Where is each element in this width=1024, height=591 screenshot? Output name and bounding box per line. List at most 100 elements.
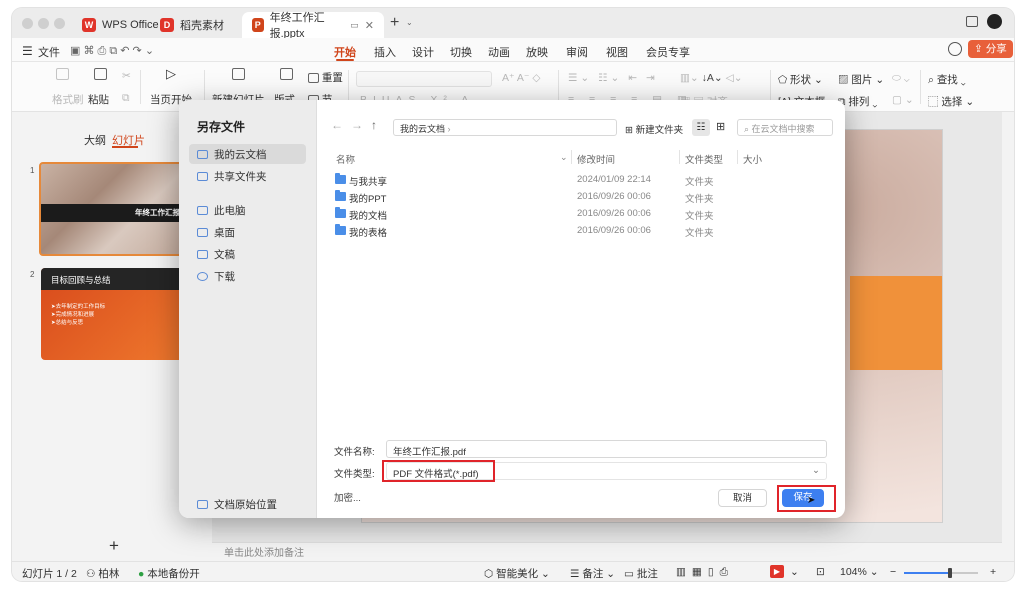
format-painter-button[interactable]: 格式刷 (52, 92, 84, 107)
ai-assistant-icon[interactable] (948, 42, 962, 56)
sidebar-item-shared-folder[interactable]: 共享文件夹 (189, 166, 306, 186)
zoom-slider-handle[interactable] (947, 568, 952, 578)
paste-icon[interactable] (94, 68, 107, 81)
path-breadcrumb[interactable]: 我的云文档 › (393, 119, 617, 136)
comments-toggle[interactable]: ▭ 批注 (624, 566, 658, 581)
format-painter-icon[interactable] (56, 68, 69, 81)
text-direction-controls[interactable]: ▥⌄ ↓A⌄ ◁⌄ (680, 72, 743, 84)
file-row[interactable]: 与我共享 2024/01/09 22:14 文件夹 (333, 172, 833, 188)
save-as-dialog: 另存文件 我的云文档 共享文件夹 此电脑 桌面 文稿 下载 文档原始位置 ← →… (179, 100, 845, 518)
picture-button[interactable]: ▨ 图片 ⌄ (838, 72, 884, 87)
select-button[interactable]: ⬚ 选择 ⌄ (928, 94, 974, 109)
minimize-window-button[interactable] (38, 18, 49, 29)
search-field[interactable]: ⌕ 在云文档中搜索 (737, 119, 833, 136)
beautify-button[interactable]: ⬡ 智能美化 ⌄ (484, 566, 550, 581)
select-label: 选择 (941, 96, 963, 108)
menu-home[interactable]: 开始 (334, 44, 356, 61)
sidebar-item-this-computer[interactable]: 此电脑 (189, 200, 306, 220)
menu-view[interactable]: 视图 (606, 44, 628, 60)
add-slide-button[interactable]: + (109, 536, 119, 556)
thumb-bullets: ➤去年制定的工作目标 ➤完成情况和进展 ➤总结与反思 (51, 304, 106, 326)
tab-presentation[interactable]: P 年终工作汇报.pptx ▭ ✕ (242, 12, 384, 40)
quick-access-icons[interactable]: ▣ ⌘ ⎙ ⧉ ↶ ↷ ⌄ (70, 44, 154, 58)
backup-indicator[interactable]: ● 本地备份开 (138, 566, 200, 581)
layout-toggle-icon[interactable] (966, 16, 978, 27)
tab-active-indicator (112, 146, 138, 148)
share-button[interactable]: ⇪ 分享 (968, 40, 1013, 58)
notes-toggle[interactable]: ☰ 备注 ⌄ (570, 566, 615, 581)
fill-color-button[interactable]: ⬭ ⌄ (892, 72, 910, 85)
zoom-label: 104% (840, 566, 867, 578)
menu-transition[interactable]: 切换 (450, 44, 472, 60)
close-tab-icon[interactable]: ✕ (365, 19, 374, 32)
tab-list-chevron-icon[interactable]: ⌄ (406, 18, 413, 27)
column-size[interactable]: 大小 (743, 152, 762, 166)
play-icon[interactable]: ▷ (166, 66, 176, 82)
tab-options-icon[interactable]: ▭ (350, 20, 359, 31)
file-row[interactable]: 我的PPT 2016/09/26 00:06 文件夹 (333, 189, 833, 205)
menu-slideshow[interactable]: 放映 (526, 44, 548, 60)
zoom-in-button[interactable]: + (990, 566, 996, 578)
zoom-window-button[interactable] (54, 18, 65, 29)
menu-insert[interactable]: 插入 (374, 44, 396, 60)
theme-indicator[interactable]: ⚇ 柏林 (86, 566, 119, 581)
list-view-icon[interactable]: ☷ (692, 119, 710, 136)
new-slide-icon[interactable] (232, 68, 245, 81)
layout-icon[interactable] (280, 68, 293, 81)
column-name[interactable]: 名称 (336, 152, 355, 166)
column-modified[interactable]: 修改时间 (577, 152, 615, 166)
font-family-select[interactable] (356, 71, 492, 87)
sidebar-item-documents[interactable]: 文稿 (189, 244, 306, 264)
shape-button[interactable]: ⬠ 形状 ⌄ (778, 72, 823, 87)
menu-design[interactable]: 设计 (412, 44, 434, 60)
cancel-button[interactable]: 取消 (718, 489, 767, 507)
font-size-controls[interactable]: A⁺ A⁻ ◇ (502, 72, 540, 84)
menu-review[interactable]: 审阅 (566, 44, 588, 60)
sidebar-item-label: 下载 (214, 270, 235, 283)
cut-icon[interactable]: ✂ (122, 70, 131, 82)
play-slideshow-icon[interactable]: ▶ (770, 565, 784, 578)
zoom-slider-fill (904, 572, 950, 574)
new-tab-icon[interactable]: + (390, 14, 399, 32)
menu-file[interactable]: 文件 (38, 44, 60, 60)
view-mode-icons[interactable]: ▥▦▯⎙ (676, 566, 734, 579)
file-row[interactable]: 我的文档 2016/09/26 00:06 文件夹 (333, 206, 833, 222)
tab-outline[interactable]: 大纲 (84, 132, 106, 148)
paste-button[interactable]: 粘贴 (88, 92, 109, 107)
column-type[interactable]: 文件类型 (685, 152, 723, 166)
menu-member[interactable]: 会员专享 (646, 44, 690, 60)
list-controls[interactable]: ☰⌄ ☷⌄ ⇤ ⇥ (568, 72, 658, 84)
back-icon[interactable]: ← (331, 118, 343, 132)
slide-thumbnail-2[interactable]: 目标回顾与总结 ➤去年制定的工作目标 ➤完成情况和进展 ➤总结与反思 (41, 268, 199, 360)
find-button[interactable]: ⌕ 查找 ⌄ (928, 72, 966, 87)
sort-chevron-icon[interactable]: ⌄ (560, 152, 568, 163)
file-row[interactable]: 我的表格 2016/09/26 00:06 文件夹 (333, 223, 833, 239)
filename-input[interactable]: 年终工作汇报.pdf (386, 440, 827, 458)
zoom-out-button[interactable]: − (890, 566, 896, 578)
copy-icon[interactable]: ⧉ (122, 92, 130, 105)
zoom-level[interactable]: 104% ⌄ (840, 566, 879, 578)
fit-window-icon[interactable]: ⊡ (816, 566, 825, 578)
forward-icon[interactable]: → (351, 118, 363, 132)
sidebar-item-cloud-docs[interactable]: 我的云文档 (189, 144, 306, 164)
slideshow-chevron-icon[interactable]: ⌄ (790, 566, 799, 578)
hamburger-icon[interactable]: ☰ (22, 44, 33, 58)
highlight-filetype-box (382, 460, 495, 482)
grid-view-icon[interactable]: ⊞ (716, 120, 725, 133)
new-folder-button[interactable]: ⊞ 新建文件夹 (625, 122, 683, 136)
zoom-slider[interactable] (904, 568, 978, 578)
outline-color-button[interactable]: ▢ ⌄ (892, 94, 914, 106)
up-icon[interactable]: ↑ (371, 118, 377, 132)
notes-label: 备注 (582, 568, 604, 580)
sidebar-item-downloads[interactable]: 下载 (189, 266, 306, 286)
reset-button[interactable]: 重置 (308, 70, 343, 85)
encrypt-link[interactable]: 加密... (334, 490, 361, 504)
close-window-button[interactable] (22, 18, 33, 29)
slide-thumbnail-1[interactable]: 年终工作汇报 (39, 162, 201, 256)
tab-docer[interactable]: D 稻壳素材 (150, 12, 234, 38)
original-location-button[interactable]: 文档原始位置 (189, 494, 306, 514)
sidebar-item-desktop[interactable]: 桌面 (189, 222, 306, 242)
avatar[interactable] (987, 14, 1002, 29)
notes-placeholder[interactable]: 单击此处添加备注 (224, 544, 304, 559)
menu-animation[interactable]: 动画 (488, 44, 510, 60)
